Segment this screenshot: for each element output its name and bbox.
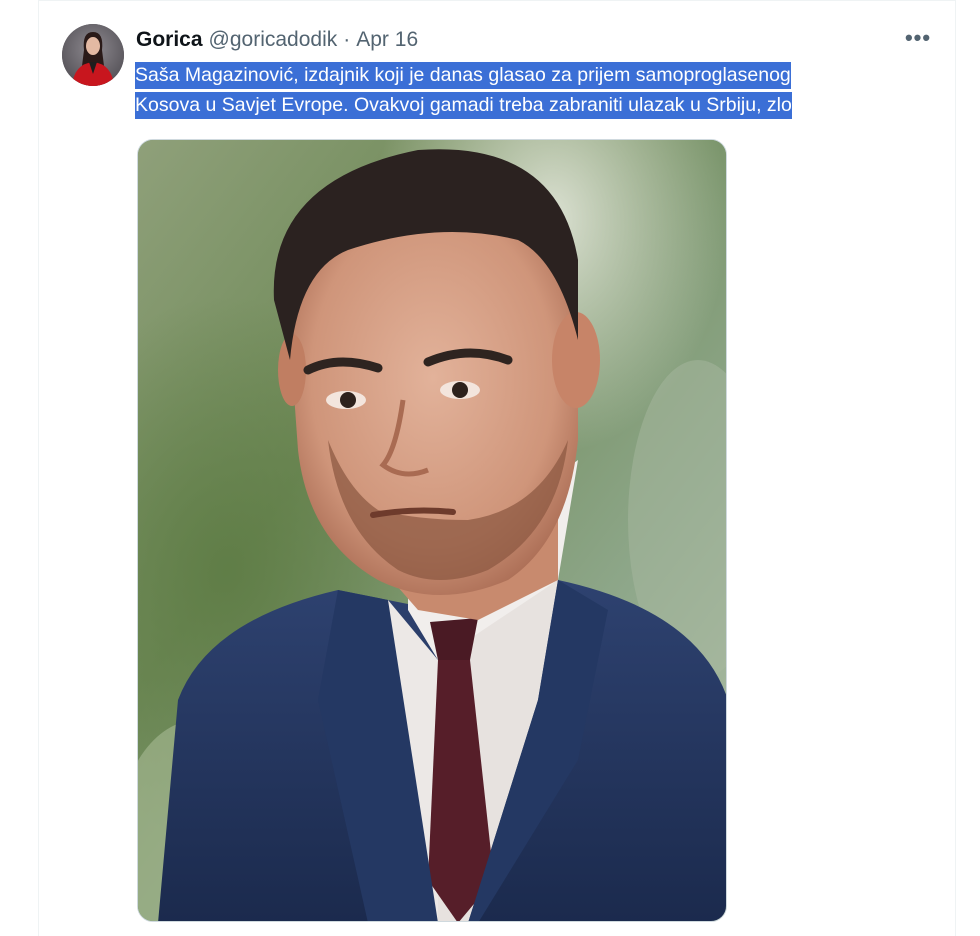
tweet-header: Gorica @goricadodik · Apr 16: [136, 26, 418, 54]
header-separator: ·: [343, 28, 351, 51]
author-display-name[interactable]: Gorica: [136, 28, 203, 52]
tweet-date[interactable]: Apr 16: [356, 28, 418, 52]
tweet-text[interactable]: Saša Magazinović, izdajnik koji je danas…: [135, 60, 935, 120]
tweet-text-line: Kosova u Savjet Evrope. Ovakvoj gamadi t…: [135, 92, 792, 119]
tweet-media-photo[interactable]: [137, 139, 727, 922]
author-handle[interactable]: @goricadodik: [209, 28, 338, 52]
user-avatar-photo-icon: [62, 24, 124, 86]
portrait-photo: [138, 140, 726, 921]
more-horizontal-icon: •••: [904, 25, 932, 50]
tweet-text-line: Saša Magazinović, izdajnik koji je danas…: [135, 62, 791, 89]
author-avatar[interactable]: [62, 24, 124, 86]
more-options-button[interactable]: •••: [900, 24, 936, 52]
